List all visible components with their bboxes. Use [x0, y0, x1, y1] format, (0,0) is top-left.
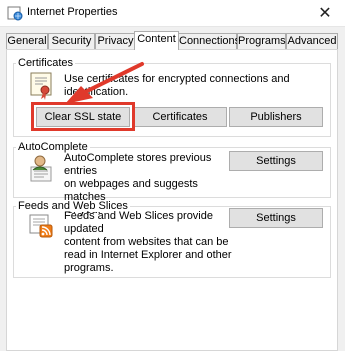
feeds-description: Feeds and Web Slices provide updated con…	[64, 210, 239, 275]
tab-label: Content	[137, 33, 176, 45]
tab-label: Privacy	[97, 35, 134, 47]
button-label: Settings	[256, 212, 296, 224]
close-icon: ✕	[318, 5, 332, 22]
tab-advanced[interactable]: Advanced	[286, 33, 338, 49]
autocomplete-settings-button[interactable]: Settings	[229, 151, 323, 171]
tab-label: Programs	[238, 35, 286, 47]
description-line: read in Internet Explorer and other	[64, 249, 232, 261]
tab-label: Connections	[179, 35, 241, 47]
description-line: AutoComplete stores previous entries	[64, 152, 212, 177]
autocomplete-user-icon	[30, 155, 52, 182]
tab-content[interactable]: Content	[134, 31, 179, 50]
description-line: Feeds and Web Slices provide updated	[64, 210, 213, 235]
rss-feed-icon	[29, 214, 53, 238]
certificates-button[interactable]: Certificates	[133, 107, 227, 127]
internet-options-icon	[7, 6, 23, 21]
description-line: content from websites that can be	[64, 236, 229, 248]
close-button[interactable]: ✕	[305, 0, 345, 26]
button-label: Publishers	[250, 111, 302, 123]
window-title: Internet Properties	[27, 6, 118, 18]
tab-label: Security	[51, 35, 92, 47]
button-label: Certificates	[152, 111, 208, 123]
tab-label: General	[7, 35, 47, 47]
button-label: Settings	[256, 155, 296, 167]
tab-label: Advanced	[287, 35, 337, 47]
tab-privacy[interactable]: Privacy	[95, 33, 136, 49]
tab-programs[interactable]: Programs	[237, 33, 286, 49]
tab-security[interactable]: Security	[48, 33, 95, 49]
tab-general[interactable]: General	[6, 33, 48, 49]
publishers-button[interactable]: Publishers	[229, 107, 323, 127]
annotation-arrow-icon	[65, 62, 144, 104]
description-line: programs.	[64, 262, 114, 274]
content-tab-panel: Certificates Use certificates for encryp…	[6, 49, 338, 351]
feeds-settings-button[interactable]: Settings	[229, 208, 323, 228]
tab-connections[interactable]: Connections	[178, 33, 241, 49]
title-bar: Internet Properties ✕	[0, 0, 345, 27]
